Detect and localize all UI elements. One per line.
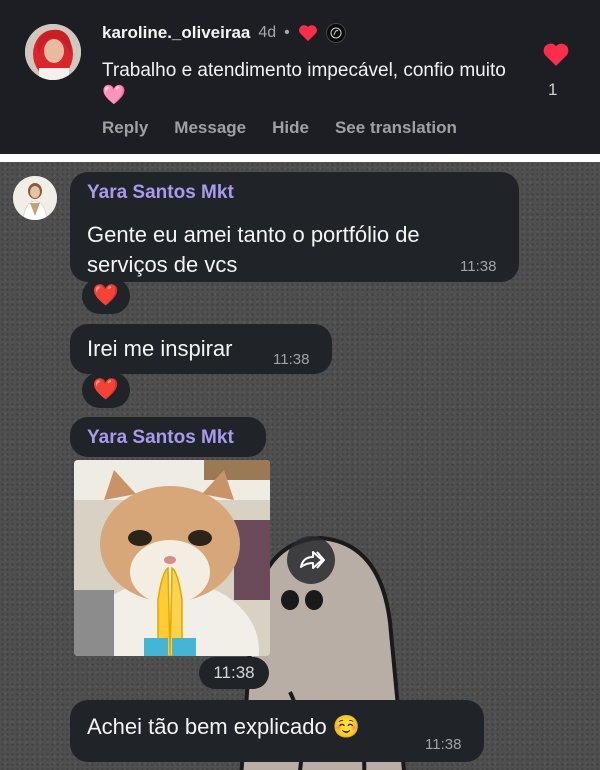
message-bubble[interactable]: Achei tão bem explicado ☺️ 11:38 <box>70 700 484 762</box>
message-text: Gente eu amei tanto o portfólio de servi… <box>87 222 420 277</box>
separator-dot: • <box>284 24 290 41</box>
forward-button[interactable] <box>287 536 335 584</box>
message-button[interactable]: Message <box>174 118 246 138</box>
heart-icon <box>543 43 569 66</box>
message-bubble[interactable]: Yara Santos Mkt Gente eu amei tanto o po… <box>70 172 519 282</box>
sender-header-bubble: Yara Santos Mkt <box>70 417 266 457</box>
heart-reaction[interactable]: ❤️ <box>82 278 130 314</box>
message-time: 11:38 <box>460 258 497 275</box>
comment-actions: Reply Message Hide See translation <box>102 118 457 138</box>
red-heart-icon: ❤️ <box>92 284 120 307</box>
sender-avatar[interactable] <box>13 176 57 220</box>
see-translation-button[interactable]: See translation <box>335 118 457 138</box>
comment-time: 4d <box>258 24 277 41</box>
message-time: 11:38 <box>273 351 310 368</box>
sticker-time: 11:38 <box>199 657 269 689</box>
commenter-username[interactable]: karoline._oliveiraa <box>102 23 250 43</box>
hide-button[interactable]: Hide <box>272 118 309 138</box>
sender-name[interactable]: Yara Santos Mkt <box>87 182 234 204</box>
message-text: Achei tão bem explicado ☺️ <box>87 714 361 739</box>
liked-by-creator-heart-icon <box>298 25 317 42</box>
message-time: 11:38 <box>425 736 462 753</box>
forward-arrow-icon <box>300 551 325 569</box>
sender-name[interactable]: Yara Santos Mkt <box>87 427 234 449</box>
comment-text: Trabalho e atendimento impecável, confio… <box>102 60 506 106</box>
telegram-chat-panel: Yara Santos Mkt Gente eu amei tanto o po… <box>0 162 600 770</box>
like-button[interactable] <box>541 42 571 72</box>
creator-avatar-badge-icon <box>325 23 346 43</box>
comment-header: karoline._oliveiraa 4d • <box>102 20 346 46</box>
cat-praying-sticker-image[interactable] <box>74 460 270 656</box>
heart-reaction[interactable]: ❤️ <box>82 372 130 408</box>
message-text: Irei me inspirar <box>87 336 233 361</box>
message-bubble[interactable]: Irei me inspirar 11:38 <box>70 324 332 374</box>
reply-button[interactable]: Reply <box>102 118 148 138</box>
commenter-avatar[interactable] <box>25 24 81 80</box>
instagram-comment-panel: karoline._oliveiraa 4d • Trabalho e aten… <box>0 0 600 154</box>
like-count: 1 <box>548 80 558 99</box>
red-heart-icon: ❤️ <box>92 378 120 401</box>
